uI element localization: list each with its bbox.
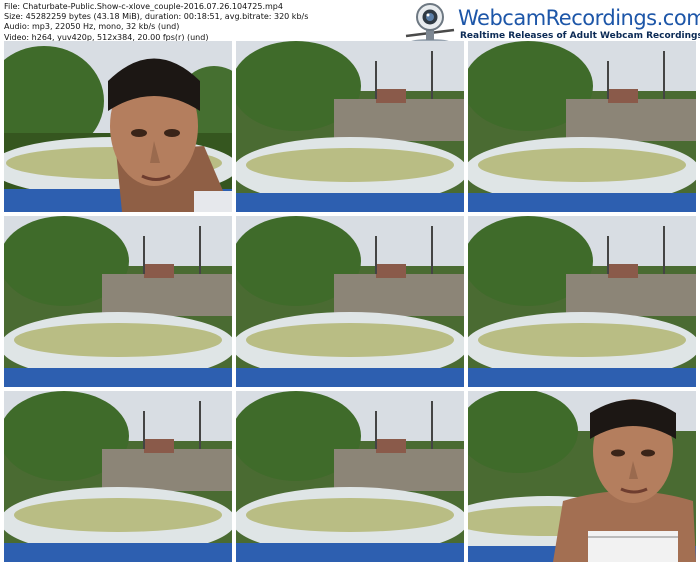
file-info: File: Chaturbate-Public.Show-c-xlove_cou… [4, 2, 308, 43]
thumbnail-6 [468, 216, 696, 387]
thumbnail-7 [4, 391, 232, 562]
site-logo: WebcamRecordings.com Realtime Releases o… [400, 2, 700, 46]
logo-subtitle: Realtime Releases of Adult Webcam Record… [460, 31, 700, 41]
thumbnail-1 [4, 41, 232, 212]
thumbnail-grid [4, 41, 696, 563]
logo-title: WebcamRecordings.com [458, 6, 700, 30]
audio-info-line: Audio: mp3, 22050 Hz, mono, 32 kb/s (und… [4, 22, 180, 32]
thumbnail-5 [236, 216, 464, 387]
thumbnail-8 [236, 391, 464, 562]
webcam-icon [405, 3, 455, 45]
file-name-line: File: Chaturbate-Public.Show-c-xlove_cou… [4, 2, 283, 11]
thumbnail-2 [236, 41, 464, 212]
thumbnail-3 [468, 41, 696, 212]
file-size-line: Size: 45282259 bytes (43.18 MiB), durati… [4, 12, 309, 22]
thumbnail-4 [4, 216, 232, 387]
thumbnail-9 [468, 391, 696, 562]
